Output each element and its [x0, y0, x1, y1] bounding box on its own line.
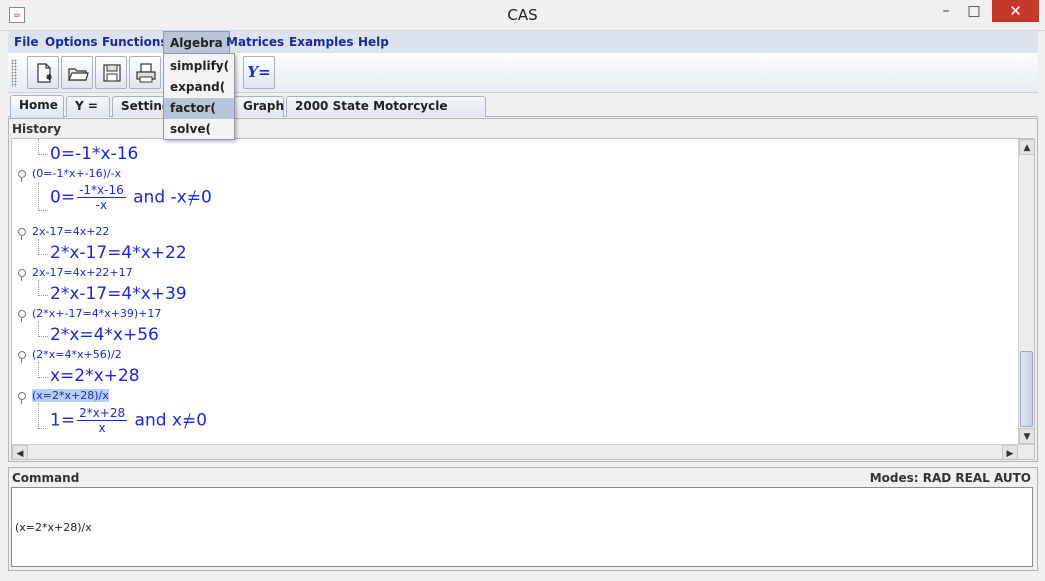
close-button[interactable]: ✕	[992, 0, 1039, 22]
command-label: Command	[12, 471, 80, 485]
history-input[interactable]: (0=-1*x+-16)/-x	[18, 167, 121, 182]
history-result: 2*x-17=4*x+39	[50, 284, 187, 304]
not-equal-sign: =	[186, 187, 201, 208]
tree-connector	[38, 321, 48, 337]
history-result: 2*x-17=4*x+22	[50, 243, 187, 263]
open-button[interactable]	[61, 56, 93, 89]
tree-node-icon[interactable]	[18, 351, 26, 363]
history-result: 2*x=4*x+56	[50, 325, 159, 345]
save-button[interactable]	[95, 56, 127, 89]
open-folder-icon	[68, 68, 89, 81]
history-result: 0=-1*x-16	[50, 144, 139, 164]
command-panel: Command Modes: RAD REAL AUTO (x=2*x+28)/…	[8, 467, 1038, 571]
not-equal-sign: =	[181, 410, 197, 431]
history-vertical-scrollbar[interactable]: ▲ ▼	[1018, 139, 1034, 444]
tab-graph[interactable]: Graph	[234, 96, 284, 117]
print-button[interactable]	[129, 56, 161, 89]
tree-node-icon[interactable]	[18, 310, 26, 322]
window-title: CAS	[507, 6, 538, 24]
menu-item-simplify[interactable]: simplify(	[164, 56, 234, 77]
y-equals-button[interactable]: Y={	[243, 56, 275, 112]
history-panel: History 0=-1*x-16 (0=-1*x+-16)/-x 0= -1*x…	[8, 118, 1038, 462]
tree-connector	[38, 139, 48, 155]
new-button[interactable]	[27, 56, 59, 89]
tree-node-icon[interactable]	[18, 269, 26, 281]
toolbar-grip[interactable]	[11, 59, 17, 87]
history-result: x=2*x+28	[50, 366, 140, 386]
history-input[interactable]: (2*x+-17=4*x+39)+17	[18, 307, 161, 322]
tree-connector	[38, 362, 48, 378]
tree-node-icon[interactable]	[18, 392, 26, 404]
scroll-left-icon[interactable]: ◀	[12, 445, 28, 459]
menu-examples[interactable]: Examples	[283, 31, 360, 53]
history-input-selected[interactable]: (x=2*x+28)/x	[18, 389, 109, 404]
history-input[interactable]: (2*x=4*x+56)/2	[18, 348, 122, 363]
tab-y-equals[interactable]: Y =	[66, 96, 110, 117]
history-input[interactable]: 2x-17=4x+22+17	[18, 266, 133, 281]
menu-functions[interactable]: Functions	[96, 31, 174, 53]
menu-matrices[interactable]: Matrices	[220, 31, 290, 53]
history-result: 1= 2*x+28 x and x=0	[50, 406, 208, 435]
tree-connector	[38, 280, 48, 296]
algebra-dropdown-menu: simplify( expand( factor( solve(	[163, 53, 235, 140]
tree-connector	[38, 183, 48, 211]
history-horizontal-scrollbar[interactable]: ◀ ▶	[12, 444, 1034, 459]
history-result: 0= -1*x-16 -x and -x=0	[50, 183, 212, 212]
menu-item-factor[interactable]: factor(	[164, 98, 234, 119]
tab-motorcycle-statistics[interactable]: 2000 State Motorcycle Statistics	[286, 96, 486, 132]
scroll-up-icon[interactable]: ▲	[1019, 139, 1034, 155]
menu-options[interactable]: Options	[39, 31, 104, 53]
command-input[interactable]: (x=2*x+28)/x	[11, 487, 1033, 567]
tree-connector	[38, 403, 48, 429]
history-area[interactable]: 0=-1*x-16 (0=-1*x+-16)/-x 0= -1*x-16 -x an…	[11, 138, 1035, 460]
menu-item-solve[interactable]: solve(	[164, 119, 234, 140]
history-label: History	[12, 122, 62, 136]
new-file-icon	[37, 63, 52, 83]
scroll-right-icon[interactable]: ▶	[1002, 445, 1018, 459]
modes-status: Modes: RAD REAL AUTO	[869, 471, 1031, 485]
title-bar: ☕ CAS – □ ✕	[0, 0, 1045, 31]
menu-item-expand[interactable]: expand(	[164, 77, 234, 98]
menu-help[interactable]: Help	[352, 31, 395, 53]
menu-bar: File Options Functions Algebra Matrices …	[8, 31, 1038, 53]
tree-node-icon[interactable]	[18, 170, 26, 182]
scroll-thumb[interactable]	[1020, 351, 1033, 427]
scroll-down-icon[interactable]: ▼	[1019, 428, 1034, 444]
tree-connector	[38, 239, 48, 255]
tree-node-icon[interactable]	[18, 228, 26, 240]
minimize-button[interactable]: –	[933, 0, 959, 22]
save-icon	[103, 64, 121, 82]
maximize-button[interactable]: □	[961, 0, 987, 22]
print-icon	[136, 63, 156, 83]
history-input[interactable]: 2x-17=4x+22	[18, 225, 109, 240]
tab-home[interactable]: Home	[10, 95, 64, 118]
